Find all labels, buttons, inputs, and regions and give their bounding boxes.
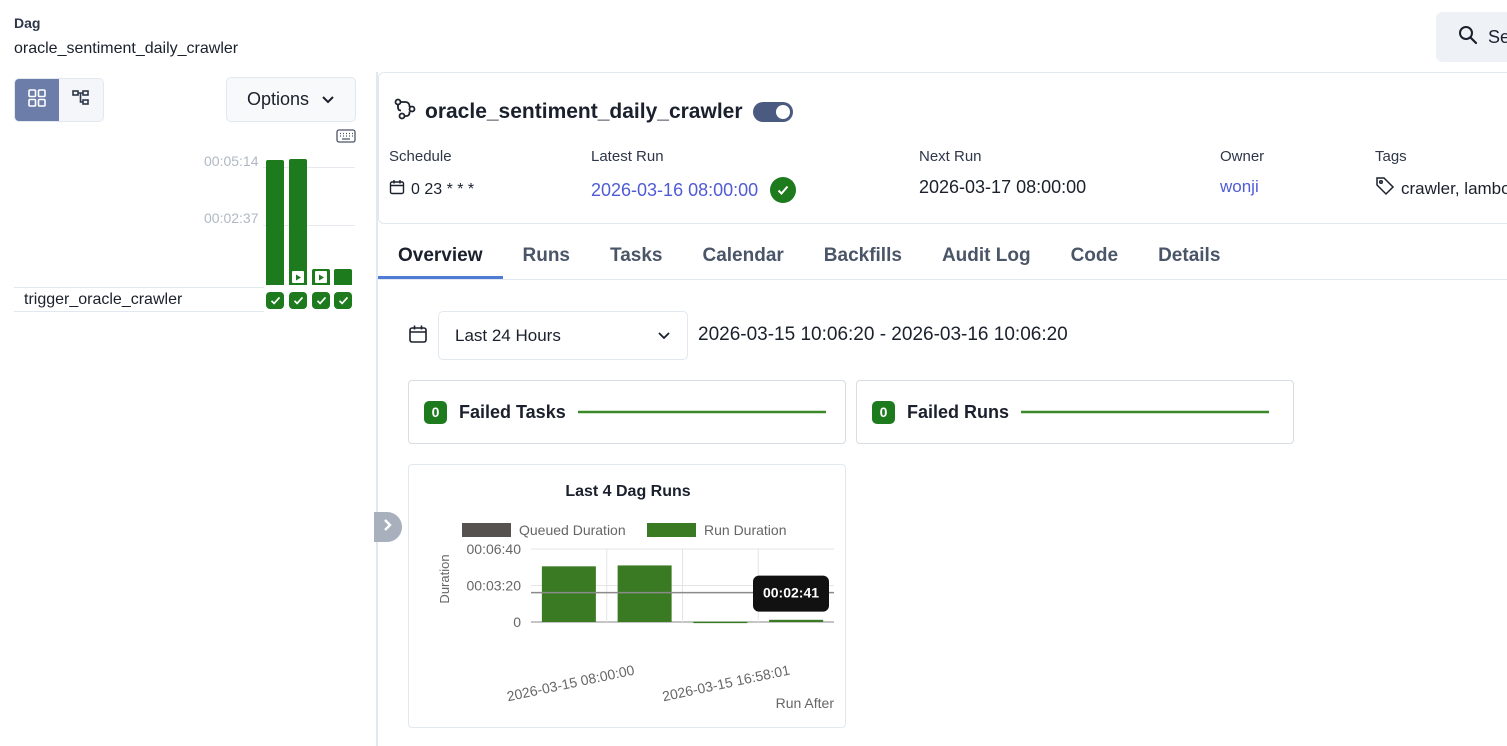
- last-dag-runs-chart-card: Last 4 Dag Runs Queued Duration Run Dura…: [408, 464, 846, 728]
- failed-runs-label: Failed Runs: [907, 401, 1010, 422]
- task-instance-cell[interactable]: [334, 292, 352, 309]
- owner-link[interactable]: wonji: [1220, 177, 1259, 197]
- y-axis-label: Duration: [437, 554, 452, 603]
- latest-run-value: 2026-03-16 08:00:00: [591, 177, 797, 203]
- time-range-text: 2026-03-15 10:06:20 - 2026-03-16 10:06:2…: [698, 324, 1068, 345]
- run-duration-bar[interactable]: [769, 619, 824, 622]
- dag-pause-toggle[interactable]: [752, 102, 793, 122]
- chevron-down-icon: [321, 89, 335, 110]
- tab-audit-log[interactable]: Audit Log: [922, 234, 1051, 279]
- x-tick-label: 2026-03-15 16:58:01: [661, 662, 792, 705]
- tag-icon: [1375, 176, 1395, 201]
- breadcrumb-dag-name: oracle_sentiment_daily_crawler: [14, 40, 239, 57]
- owner-label: Owner: [1220, 148, 1265, 165]
- grid-tick-lower: 00:02:37: [204, 210, 259, 226]
- task-row-label[interactable]: trigger_oracle_crawler: [14, 287, 264, 312]
- y-tick-label: 00:06:40: [467, 541, 522, 557]
- failed-runs-card[interactable]: 0 Failed Runs: [856, 380, 1294, 444]
- tags-text: crawler, lambo: [1401, 178, 1507, 198]
- tab-calendar[interactable]: Calendar: [682, 234, 803, 279]
- owner-value: wonji: [1220, 177, 1259, 197]
- chart-title: Last 4 Dag Runs: [565, 483, 690, 500]
- tab-code[interactable]: Code: [1051, 234, 1139, 279]
- play-icon: [315, 271, 327, 283]
- play-icon: [292, 271, 304, 283]
- legend-swatch-queued[interactable]: [462, 523, 511, 537]
- legend-swatch-run[interactable]: [647, 523, 696, 537]
- keyboard-icon[interactable]: [336, 129, 356, 148]
- latest-run-label: Latest Run: [591, 148, 664, 165]
- task-instance-cell[interactable]: [312, 292, 330, 309]
- check-icon: [316, 296, 326, 305]
- time-range-select[interactable]: Last 24 Hours: [438, 311, 688, 360]
- failed-runs-count: 0: [872, 400, 895, 424]
- next-run-value: 2026-03-17 08:00:00: [919, 177, 1087, 197]
- tooltip-text: 00:02:41: [763, 585, 819, 601]
- options-dropdown[interactable]: Options: [226, 77, 356, 122]
- dag-icon: [393, 97, 417, 127]
- view-toggle: [14, 78, 104, 122]
- calendar-icon: [389, 179, 405, 200]
- success-check-icon: [770, 177, 797, 203]
- time-range-value: Last 24 Hours: [455, 325, 561, 345]
- check-icon: [293, 296, 303, 305]
- failed-tasks-label: Failed Tasks: [459, 401, 566, 422]
- y-tick-label: 0: [513, 614, 521, 630]
- sidebar-toggle-button[interactable]: [374, 512, 402, 542]
- grid-view-button[interactable]: [15, 79, 59, 121]
- legend-label-queued: Queued Duration: [519, 522, 626, 538]
- tab-tasks[interactable]: Tasks: [590, 234, 682, 279]
- search-icon: [1458, 25, 1478, 50]
- dag-header-card: oracle_sentiment_daily_crawler Schedule …: [378, 72, 1507, 224]
- tab-runs[interactable]: Runs: [503, 234, 591, 279]
- latest-run-link[interactable]: 2026-03-16 08:00:00: [591, 180, 758, 201]
- tags-value: crawler, lambo: [1375, 176, 1507, 201]
- dag-run-bar[interactable]: [289, 159, 307, 285]
- chevron-down-icon: [657, 326, 671, 346]
- grid-tick-upper: 00:05:14: [204, 153, 259, 169]
- date-range-calendar-icon: [408, 324, 428, 349]
- x-axis-label: Run After: [776, 695, 835, 711]
- next-run-label: Next Run: [919, 148, 982, 165]
- check-icon: [270, 296, 280, 305]
- dag-tabs: Overview Runs Tasks Calendar Backfills A…: [378, 234, 1507, 280]
- tab-details[interactable]: Details: [1138, 234, 1240, 279]
- options-label: Options: [246, 89, 310, 109]
- graph-view-button[interactable]: [59, 79, 103, 121]
- failed-runs-sparkline: [1021, 410, 1270, 414]
- search-button-label: Se: [1488, 26, 1507, 47]
- search-button[interactable]: Se: [1436, 12, 1507, 62]
- y-tick-label: 00:03:20: [467, 578, 522, 594]
- failed-tasks-card[interactable]: 0 Failed Tasks: [408, 380, 846, 444]
- schedule-label: Schedule: [389, 148, 452, 165]
- toggle-knob: [775, 105, 790, 119]
- dag-title: oracle_sentiment_daily_crawler: [425, 100, 743, 123]
- last-dag-runs-chart: Last 4 Dag Runs Queued Duration Run Dura…: [437, 483, 835, 711]
- legend-label-run: Run Duration: [704, 522, 787, 538]
- grid-icon: [28, 88, 46, 112]
- tab-overview[interactable]: Overview: [378, 234, 503, 279]
- schedule-cron: 0 23 * * *: [411, 180, 475, 198]
- tags-label: Tags: [1375, 148, 1407, 165]
- failed-tasks-count: 0: [424, 400, 447, 424]
- breadcrumb-label: Dag: [14, 15, 41, 31]
- task-instance-cell[interactable]: [289, 292, 307, 309]
- grid-panel: Options 00:05:14 00:02:37 trigger_oracle…: [0, 72, 376, 746]
- dag-run-bar[interactable]: [266, 160, 284, 285]
- check-icon: [338, 296, 348, 305]
- schedule-value: 0 23 * * *: [389, 179, 474, 200]
- tab-backfills[interactable]: Backfills: [804, 234, 922, 279]
- x-tick-label: 2026-03-15 08:00:00: [505, 662, 636, 705]
- dag-run-bar[interactable]: [334, 269, 352, 285]
- task-instance-cell[interactable]: [266, 292, 284, 309]
- graph-icon: [72, 89, 90, 112]
- run-duration-bar[interactable]: [693, 621, 748, 624]
- chevron-right-icon: [382, 518, 394, 537]
- failed-tasks-sparkline: [577, 410, 826, 414]
- run-duration-bar[interactable]: [617, 565, 672, 622]
- run-duration-bar[interactable]: [541, 566, 596, 622]
